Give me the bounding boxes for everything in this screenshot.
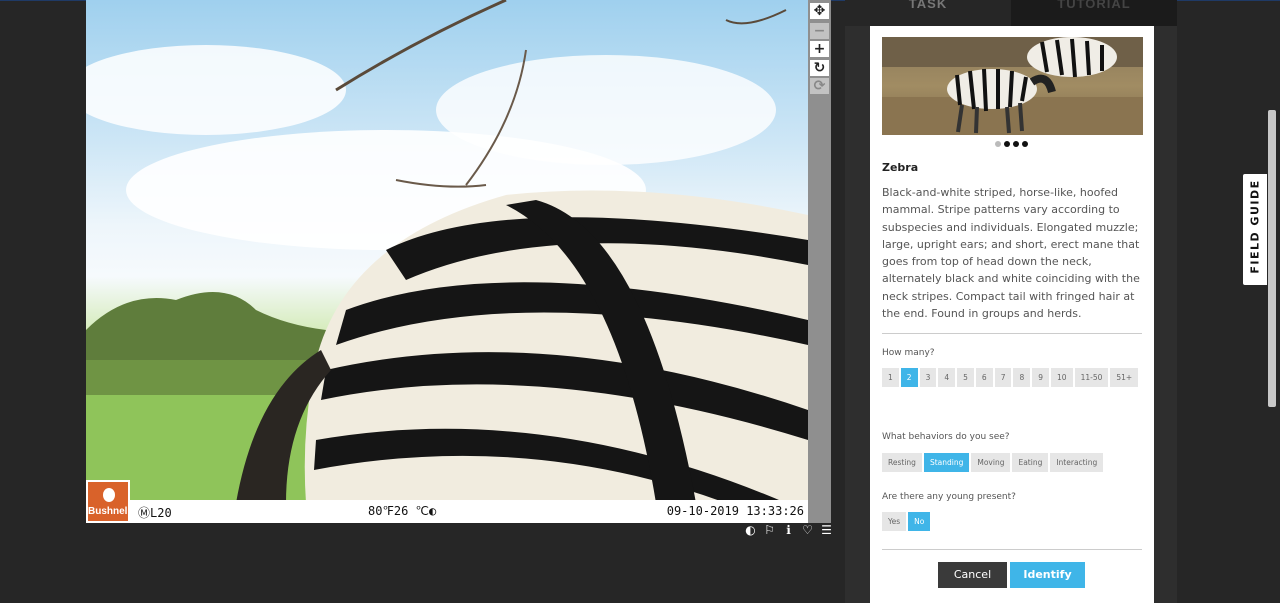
zebra-photo <box>86 0 808 503</box>
rotate-icon[interactable]: ↻ <box>810 60 829 76</box>
young-yes[interactable]: Yes <box>882 512 907 531</box>
option-10[interactable]: 10 <box>1051 368 1073 387</box>
how-many-label: How many? <box>882 348 935 358</box>
carousel-dot[interactable] <box>1013 141 1019 147</box>
behavior-resting[interactable]: Resting <box>882 453 922 472</box>
subject-image[interactable] <box>86 0 808 503</box>
task-tabs: TASK TUTORIAL <box>845 0 1177 26</box>
zoom-out-icon[interactable]: − <box>810 23 829 39</box>
camera-info-bar: Bushnell ⓂL20 80℉26 ℃◐ 09-10-2019 13:33:… <box>86 480 808 523</box>
option-5[interactable]: 5 <box>957 368 974 387</box>
behavior-interacting[interactable]: Interacting <box>1050 453 1104 472</box>
option-6[interactable]: 6 <box>975 368 993 387</box>
camera-timestamp: 09-10-2019 13:33:26 <box>666 504 804 518</box>
identify-button[interactable]: Identify <box>1010 562 1085 588</box>
carousel-dot[interactable] <box>1004 141 1010 147</box>
tab-tutorial[interactable]: TUTORIAL <box>1011 0 1177 26</box>
image-toolbar: ◐ ⚐ ℹ ♡ ☰ <box>744 524 833 540</box>
carousel-dots <box>995 141 1028 147</box>
species-photo <box>882 37 1143 135</box>
field-guide-label: FIELD GUIDE <box>1248 179 1262 274</box>
pan-icon[interactable]: ✥ <box>810 3 829 19</box>
contrast-icon[interactable]: ◐ <box>744 524 757 537</box>
how-many-options: 1 2 3 4 5 6 7 8 9 10 11-50 51+ <box>882 368 1144 393</box>
reset-icon[interactable]: ⟳ <box>810 78 829 94</box>
divider <box>882 333 1142 334</box>
cancel-button[interactable]: Cancel <box>938 562 1007 588</box>
heart-icon[interactable]: ♡ <box>801 524 814 537</box>
camera-model: ⓂL20 <box>138 506 172 520</box>
option-11-50[interactable]: 11-50 <box>1074 368 1109 387</box>
flag-icon[interactable]: ⚐ <box>763 524 776 537</box>
zebra-thumbnail <box>882 37 1143 135</box>
young-label: Are there any young present? <box>882 492 1016 502</box>
species-description: Black-and-white striped, horse-like, hoo… <box>882 186 1140 321</box>
field-guide-tab[interactable]: FIELD GUIDE <box>1243 174 1267 285</box>
option-2[interactable]: 2 <box>900 368 918 387</box>
carousel-dot[interactable] <box>1022 141 1028 147</box>
option-3[interactable]: 3 <box>919 368 937 387</box>
option-51-plus[interactable]: 51+ <box>1110 368 1139 387</box>
divider <box>882 549 1142 550</box>
behaviors-label: What behaviors do you see? <box>882 432 1010 442</box>
young-no[interactable]: No <box>908 512 931 531</box>
option-8[interactable]: 8 <box>1013 368 1031 387</box>
zoom-in-icon[interactable]: + <box>810 41 829 57</box>
option-7[interactable]: 7 <box>994 368 1012 387</box>
option-1[interactable]: 1 <box>882 368 899 387</box>
behavior-standing[interactable]: Standing <box>923 453 970 472</box>
list-icon[interactable]: ☰ <box>820 524 833 537</box>
species-name: Zebra <box>882 161 919 174</box>
young-options: Yes No <box>882 512 932 537</box>
carousel-dot[interactable] <box>995 141 1001 147</box>
behavior-moving[interactable]: Moving <box>971 453 1011 472</box>
tab-task[interactable]: TASK <box>845 0 1011 26</box>
camera-temperature: 80℉26 ℃◐ <box>368 504 437 518</box>
option-9[interactable]: 9 <box>1032 368 1050 387</box>
bushnell-logo: Bushnell <box>86 480 130 523</box>
classification-app: Bushnell ⓂL20 80℉26 ℃◐ 09-10-2019 13:33:… <box>0 0 1280 603</box>
option-4[interactable]: 4 <box>938 368 956 387</box>
behavior-options: Resting Standing Moving Eating Interacti… <box>882 453 1105 478</box>
info-icon[interactable]: ℹ <box>782 524 795 537</box>
behavior-eating[interactable]: Eating <box>1012 453 1049 472</box>
scrollbar[interactable] <box>1268 110 1276 407</box>
